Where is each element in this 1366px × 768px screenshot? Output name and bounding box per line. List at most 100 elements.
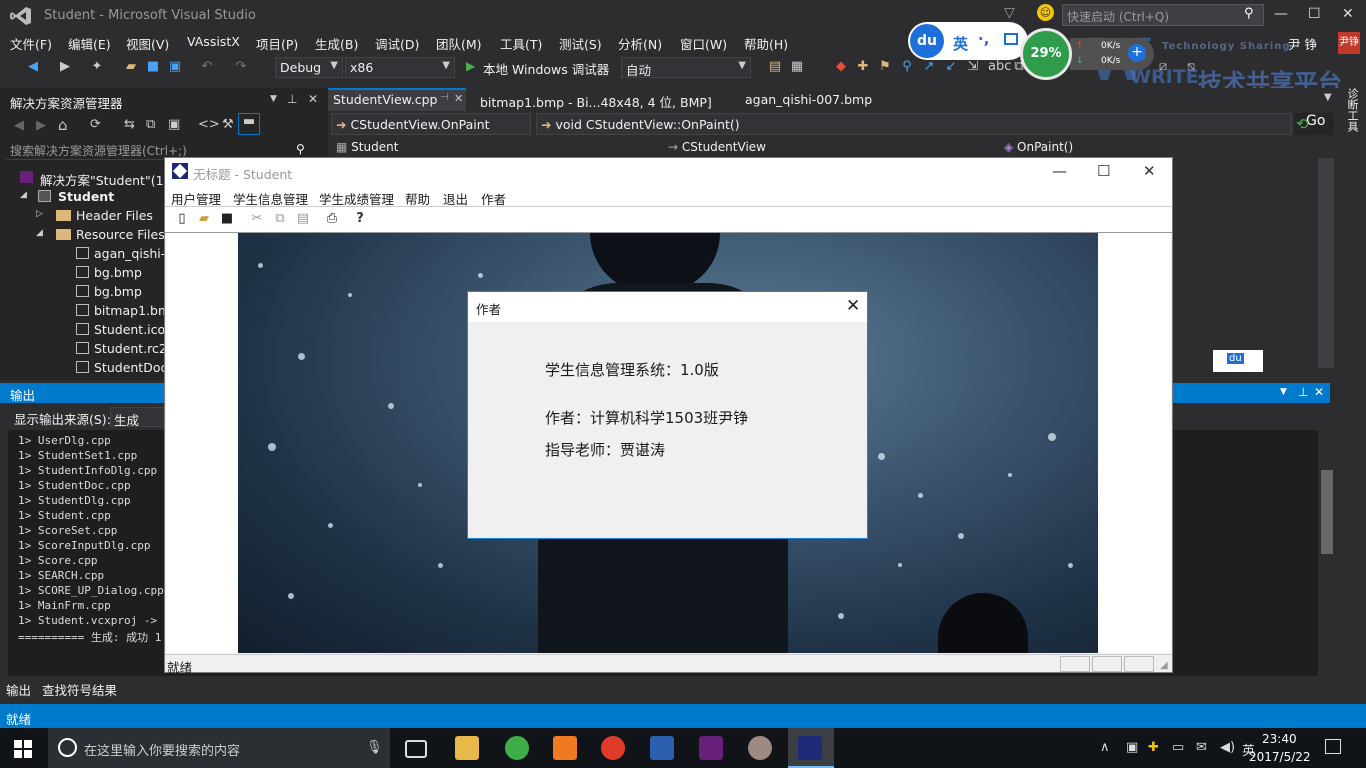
save-all-icon[interactable]: ▣ <box>168 60 182 74</box>
search-icon[interactable]: ⚲ <box>296 142 305 156</box>
network-icon[interactable]: ✉ <box>1196 740 1207 755</box>
open-file-icon[interactable]: ▰ <box>124 60 138 74</box>
menu-analyze[interactable]: 分析(N) <box>618 34 662 53</box>
output-source-select[interactable]: 生成 <box>110 407 166 428</box>
home-icon[interactable]: ⌂ <box>58 116 68 134</box>
tray-360-icon[interactable]: ✚ <box>1148 740 1159 755</box>
tree-item-file[interactable]: Student.rc2 <box>94 341 167 356</box>
tab-find-symbol-results[interactable]: 查找符号结果 <box>42 680 117 699</box>
maximize-button[interactable]: ☐ <box>1308 6 1321 22</box>
solution-configuration-select[interactable]: Debug ▼ <box>275 57 343 78</box>
va-definition-select[interactable]: ➜ void CStudentView::OnPaint() <box>536 113 1292 135</box>
toolbox-icon[interactable]: ▦ <box>790 60 804 74</box>
ime-language-toggle[interactable]: 英 <box>953 33 968 54</box>
pdf-reader-icon[interactable] <box>553 736 577 760</box>
browser-icon[interactable] <box>505 736 529 760</box>
speedup-plus-icon[interactable]: + <box>1128 44 1146 62</box>
va-back-icon[interactable]: ↙ <box>944 60 958 74</box>
menu-build[interactable]: 生成(B) <box>315 34 358 53</box>
refresh-icon[interactable]: ⧉ <box>146 117 155 132</box>
feedback-smiley-icon[interactable]: ☺ <box>1037 4 1054 21</box>
expand-arrow-icon[interactable]: ◢ <box>20 190 27 200</box>
resize-grip-icon[interactable]: ◢ <box>1160 660 1168 671</box>
class-select[interactable]: → CStudentView <box>668 140 766 154</box>
close-panel-icon[interactable]: ✕ <box>1314 385 1324 399</box>
forward-icon[interactable]: ▶ <box>36 118 46 133</box>
battery-icon[interactable]: ▭ <box>1172 740 1184 755</box>
tree-item-file[interactable]: Student.ico <box>94 322 165 337</box>
menu-vassistx[interactable]: VAssistX <box>187 34 240 49</box>
tree-item-resource-files[interactable]: Resource Files <box>76 227 165 242</box>
visual-studio-taskbar-icon[interactable] <box>699 736 723 760</box>
minimize-button[interactable]: — <box>1274 6 1288 22</box>
pending-changes-icon[interactable]: ⇆ <box>124 117 135 132</box>
baidu-ime-logo[interactable]: du <box>910 24 944 58</box>
save-icon[interactable]: ■ <box>219 211 235 227</box>
tree-item-file[interactable]: agan_qishi-0 <box>94 246 173 261</box>
va-references-icon[interactable]: ⚑ <box>878 60 892 74</box>
va-goto-icon[interactable]: ↗ <box>922 60 936 74</box>
diagnostic-tools-tab[interactable]: 诊断工具 <box>1340 88 1360 148</box>
tree-item-file[interactable]: bg.bmp <box>94 265 142 280</box>
menu-edit[interactable]: 编辑(E) <box>68 34 111 53</box>
app-minimize-button[interactable]: — <box>1052 162 1067 180</box>
app-titlebar[interactable] <box>165 158 1172 186</box>
app-maximize-button[interactable]: ☐ <box>1097 162 1110 180</box>
microphone-icon[interactable]: 🎙 <box>366 740 383 755</box>
baidu-mini-widget[interactable]: du <box>1213 350 1263 372</box>
va-spell-icon[interactable]: abc <box>988 60 1011 74</box>
va-find-icon[interactable]: ⚲ <box>900 60 914 74</box>
back-icon[interactable]: ◀ <box>14 118 24 133</box>
author-dialog-close-button[interactable]: ✕ <box>846 296 860 316</box>
menu-team[interactable]: 团队(M) <box>436 34 482 53</box>
tree-item-file[interactable]: bg.bmp <box>94 284 142 299</box>
tray-app-icon[interactable]: ▣ <box>1126 740 1138 755</box>
filter-icon[interactable]: ▽ <box>1004 5 1015 21</box>
tree-item-project[interactable]: Student <box>58 189 114 204</box>
panel-menu-icon[interactable]: ▼ <box>270 94 277 104</box>
menu-debug[interactable]: 调试(D) <box>375 34 419 53</box>
copy-icon[interactable]: ⧉ <box>272 211 288 227</box>
close-panel-icon[interactable]: ✕ <box>308 92 318 106</box>
close-button[interactable]: ✕ <box>1342 6 1354 22</box>
quick-launch-input[interactable]: 快速启动 (Ctrl+Q) <box>1062 4 1264 26</box>
new-project-icon[interactable]: ✦ <box>90 60 104 74</box>
app-close-button[interactable]: ✕ <box>1143 162 1156 180</box>
author-dialog-titlebar[interactable] <box>468 292 867 322</box>
windows-start-icon[interactable] <box>14 740 32 758</box>
save-icon[interactable]: ■ <box>146 60 160 74</box>
user-photo-app-icon[interactable] <box>748 736 772 760</box>
open-folder-icon[interactable]: ▰ <box>196 211 212 227</box>
redo-icon[interactable]: ↷ <box>234 60 248 74</box>
va-tools-icon[interactable]: ◆ <box>834 60 848 74</box>
close-tab-icon[interactable]: ✕ <box>454 92 463 105</box>
cut-icon[interactable]: ✂ <box>249 211 265 227</box>
expand-arrow-icon[interactable]: ◢ <box>36 228 43 238</box>
menu-project[interactable]: 项目(P) <box>256 34 298 53</box>
ime-keyboard-icon[interactable] <box>1004 33 1018 45</box>
collapse-arrow-icon[interactable]: ▷ <box>36 209 43 219</box>
menu-view[interactable]: 视图(V) <box>126 34 169 53</box>
va-context-select[interactable]: ➜ CStudentView.OnPaint <box>331 113 531 135</box>
task-view-icon[interactable] <box>405 740 427 758</box>
tray-overflow-icon[interactable]: ∧ <box>1100 740 1110 755</box>
file-explorer-icon[interactable] <box>455 736 479 760</box>
menu-help[interactable]: 帮助(H) <box>744 34 788 53</box>
undo-icon[interactable]: ↶ <box>200 60 214 74</box>
collapse-all-icon[interactable]: ▬ <box>238 113 260 135</box>
debug-target-select[interactable]: 自动 ▼ <box>621 57 751 78</box>
panel-menu-icon[interactable]: ▼ <box>1280 387 1287 397</box>
navigate-back-icon[interactable]: ◀ <box>26 60 40 74</box>
tree-item-file[interactable]: StudentDoc. <box>94 360 171 375</box>
start-debugging-button[interactable]: 本地 Windows 调试器 <box>483 59 609 78</box>
tree-item-header-files[interactable]: Header Files <box>76 208 153 223</box>
tab-agan-qishi-bmp[interactable]: agan_qishi-007.bmp <box>745 92 872 107</box>
member-select[interactable]: ◈ OnPaint() <box>1004 140 1073 154</box>
print-icon[interactable]: ⎙ <box>324 211 340 227</box>
clock-date[interactable]: 2017/5/22 <box>1249 750 1311 764</box>
netease-music-icon[interactable] <box>601 736 625 760</box>
tab-bitmap1-bmp[interactable]: bitmap1.bmp - Bi...48x48, 4 位, BMP] <box>480 92 712 111</box>
new-document-icon[interactable]: ▯ <box>174 211 190 227</box>
output-scrollbar-thumb[interactable] <box>1321 470 1333 554</box>
tab-overflow-icon[interactable]: ▼ <box>1324 92 1332 103</box>
